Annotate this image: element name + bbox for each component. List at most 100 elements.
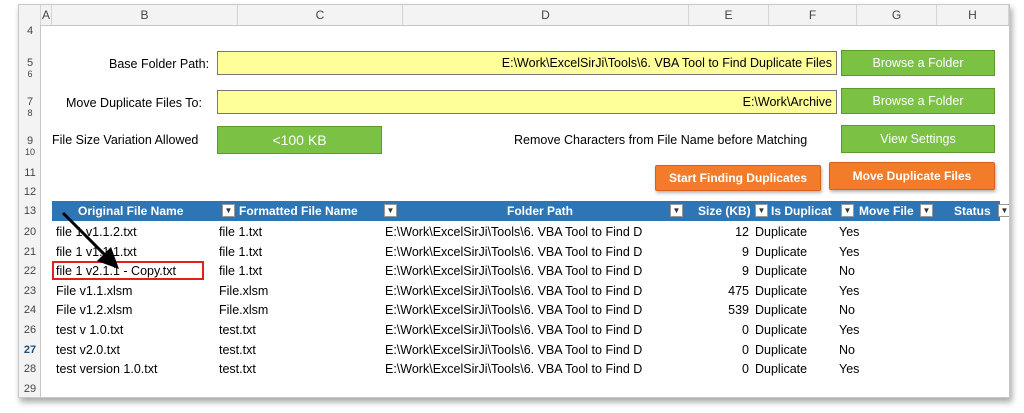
cell-original-file-name[interactable]: test v2.0.txt bbox=[56, 341, 216, 360]
column-header-e[interactable]: E bbox=[689, 5, 769, 25]
cell-size-kb[interactable]: 9 bbox=[689, 243, 749, 262]
filter-dropdown-icon[interactable]: ▼ bbox=[384, 204, 397, 217]
browse-move-folder-button[interactable]: Browse a Folder bbox=[841, 88, 995, 114]
row-number[interactable]: 27 bbox=[19, 344, 41, 356]
cell-original-file-name[interactable]: File v1.2.xlsm bbox=[56, 301, 216, 320]
row-number[interactable]: 12 bbox=[19, 186, 41, 198]
cell-original-file-name[interactable]: test v 1.0.txt bbox=[56, 321, 216, 340]
cell-folder-path[interactable]: E:\Work\ExcelSirJi\Tools\6. VBA Tool to … bbox=[385, 223, 675, 242]
row-number[interactable]: 11 bbox=[19, 167, 41, 179]
cell-formatted-file-name[interactable]: file 1.txt bbox=[219, 243, 379, 262]
row-number[interactable]: 6 bbox=[19, 69, 41, 79]
cell-formatted-file-name[interactable]: file 1.txt bbox=[219, 262, 379, 281]
column-header-a[interactable]: A bbox=[41, 5, 52, 25]
cell-move-file[interactable]: Yes bbox=[839, 243, 899, 262]
cell-is-duplicate[interactable]: Duplicate bbox=[755, 360, 845, 379]
row-number[interactable]: 28 bbox=[19, 363, 41, 375]
cell-folder-path[interactable]: E:\Work\ExcelSirJi\Tools\6. VBA Tool to … bbox=[385, 341, 675, 360]
column-header-d[interactable]: D bbox=[403, 5, 689, 25]
cell-original-file-name[interactable]: file 1 v1.1.2.txt bbox=[56, 223, 216, 242]
cell-original-file-name[interactable]: file 1 v2.1.1 - Copy.txt bbox=[56, 262, 216, 281]
row-number[interactable]: 20 bbox=[19, 226, 41, 238]
cell-is-duplicate[interactable]: Duplicate bbox=[755, 243, 845, 262]
cell-is-duplicate[interactable]: Duplicate bbox=[755, 223, 845, 242]
cell-formatted-file-name[interactable]: test.txt bbox=[219, 321, 379, 340]
cell-formatted-file-name[interactable]: test.txt bbox=[219, 341, 379, 360]
table-row[interactable]: 23 File v1.1.xlsm File.xlsm E:\Work\ExcelSi… bbox=[19, 282, 1009, 301]
cell-move-file[interactable]: No bbox=[839, 341, 899, 360]
filter-dropdown-icon[interactable]: ▼ bbox=[670, 204, 683, 217]
move-duplicates-input[interactable]: E:\Work\Archive bbox=[217, 90, 837, 114]
cell-is-duplicate[interactable]: Duplicate bbox=[755, 301, 845, 320]
column-header-h[interactable]: H bbox=[937, 5, 1009, 25]
row-number[interactable]: 8 bbox=[19, 108, 41, 118]
table-row[interactable]: 28 test version 1.0.txt test.txt E:\Work\Ex… bbox=[19, 360, 1009, 379]
cell-size-kb[interactable]: 475 bbox=[689, 282, 749, 301]
filter-applied-icon[interactable]: ▼ bbox=[841, 204, 854, 217]
cell-formatted-file-name[interactable]: test.txt bbox=[219, 360, 379, 379]
row-number[interactable]: 5 bbox=[19, 57, 41, 69]
cell-folder-path[interactable]: E:\Work\ExcelSirJi\Tools\6. VBA Tool to … bbox=[385, 321, 675, 340]
column-header-f[interactable]: F bbox=[769, 5, 857, 25]
move-duplicate-files-button[interactable]: Move Duplicate Files bbox=[829, 162, 995, 190]
cell-move-file[interactable]: Yes bbox=[839, 360, 899, 379]
table-row[interactable]: 21 file 1 v1.1.1.txt file 1.txt E:\Work\Exc… bbox=[19, 243, 1009, 262]
cell-move-file[interactable]: No bbox=[839, 262, 899, 281]
cell-formatted-file-name[interactable]: File.xlsm bbox=[219, 301, 379, 320]
row-number[interactable]: 23 bbox=[19, 285, 41, 297]
table-row[interactable]: 27 test v2.0.txt test.txt E:\Work\ExcelSirJ… bbox=[19, 341, 1009, 360]
cell-is-duplicate[interactable]: Duplicate bbox=[755, 341, 845, 360]
row-number[interactable]: 4 bbox=[19, 25, 41, 37]
base-folder-input[interactable]: E:\Work\ExcelSirJi\Tools\6. VBA Tool to … bbox=[217, 51, 837, 75]
filter-dropdown-icon[interactable]: ▼ bbox=[920, 204, 933, 217]
cell-move-file[interactable]: Yes bbox=[839, 321, 899, 340]
cell-formatted-file-name[interactable]: File.xlsm bbox=[219, 282, 379, 301]
row-number[interactable]: 9 bbox=[19, 135, 41, 147]
cell-original-file-name[interactable]: test version 1.0.txt bbox=[56, 360, 216, 379]
column-header-b[interactable]: B bbox=[52, 5, 238, 25]
cell-size-kb[interactable]: 12 bbox=[689, 223, 749, 242]
size-variation-label: File Size Variation Allowed bbox=[52, 133, 199, 147]
cell-size-kb[interactable]: 9 bbox=[689, 262, 749, 281]
row-number[interactable]: 26 bbox=[19, 324, 41, 336]
view-settings-button[interactable]: View Settings bbox=[841, 125, 995, 153]
cell-size-kb[interactable]: 0 bbox=[689, 321, 749, 340]
row-number[interactable]: 24 bbox=[19, 304, 41, 316]
start-finding-duplicates-button[interactable]: Start Finding Duplicates bbox=[655, 165, 821, 191]
row-number[interactable]: 13 bbox=[19, 205, 41, 217]
cell-original-file-name[interactable]: File v1.1.xlsm bbox=[56, 282, 216, 301]
cell-folder-path[interactable]: E:\Work\ExcelSirJi\Tools\6. VBA Tool to … bbox=[385, 282, 675, 301]
row-number[interactable]: 7 bbox=[19, 96, 41, 108]
filter-dropdown-icon[interactable]: ▼ bbox=[755, 204, 768, 217]
table-row[interactable]: 26 test v 1.0.txt test.txt E:\Work\ExcelSir… bbox=[19, 321, 1009, 340]
cell-original-file-name[interactable]: file 1 v1.1.1.txt bbox=[56, 243, 216, 262]
filter-dropdown-icon[interactable]: ▼ bbox=[998, 204, 1009, 217]
table-row[interactable]: 22 file 1 v2.1.1 - Copy.txt file 1.txt E:\W… bbox=[19, 262, 1009, 281]
cell-is-duplicate[interactable]: Duplicate bbox=[755, 321, 845, 340]
browse-base-folder-button[interactable]: Browse a Folder bbox=[841, 50, 995, 76]
column-header-c[interactable]: C bbox=[238, 5, 403, 25]
row-number[interactable]: 10 bbox=[19, 147, 41, 157]
column-header-g[interactable]: G bbox=[857, 5, 937, 25]
cell-formatted-file-name[interactable]: file 1.txt bbox=[219, 223, 379, 242]
cell-move-file[interactable]: Yes bbox=[839, 282, 899, 301]
cell-folder-path[interactable]: E:\Work\ExcelSirJi\Tools\6. VBA Tool to … bbox=[385, 243, 675, 262]
cell-is-duplicate[interactable]: Duplicate bbox=[755, 282, 845, 301]
cell-move-file[interactable]: Yes bbox=[839, 223, 899, 242]
row-number[interactable]: 29 bbox=[19, 383, 41, 395]
cell-size-kb[interactable]: 539 bbox=[689, 301, 749, 320]
cell-move-file[interactable]: No bbox=[839, 301, 899, 320]
cell-size-kb[interactable]: 0 bbox=[689, 341, 749, 360]
select-all-corner[interactable] bbox=[19, 5, 41, 25]
row-number[interactable]: 21 bbox=[19, 246, 41, 258]
size-variation-value[interactable]: <100 KB bbox=[217, 126, 382, 154]
filter-dropdown-icon[interactable]: ▼ bbox=[222, 204, 235, 217]
cell-size-kb[interactable]: 0 bbox=[689, 360, 749, 379]
cell-is-duplicate[interactable]: Duplicate bbox=[755, 262, 845, 281]
table-row[interactable]: 20 file 1 v1.1.2.txt file 1.txt E:\Work\Exc… bbox=[19, 223, 1009, 242]
row-number[interactable]: 22 bbox=[19, 265, 41, 277]
cell-folder-path[interactable]: E:\Work\ExcelSirJi\Tools\6. VBA Tool to … bbox=[385, 262, 675, 281]
table-row[interactable]: 24 File v1.2.xlsm File.xlsm E:\Work\ExcelSi… bbox=[19, 301, 1009, 320]
cell-folder-path[interactable]: E:\Work\ExcelSirJi\Tools\6. VBA Tool to … bbox=[385, 360, 675, 379]
cell-folder-path[interactable]: E:\Work\ExcelSirJi\Tools\6. VBA Tool to … bbox=[385, 301, 675, 320]
